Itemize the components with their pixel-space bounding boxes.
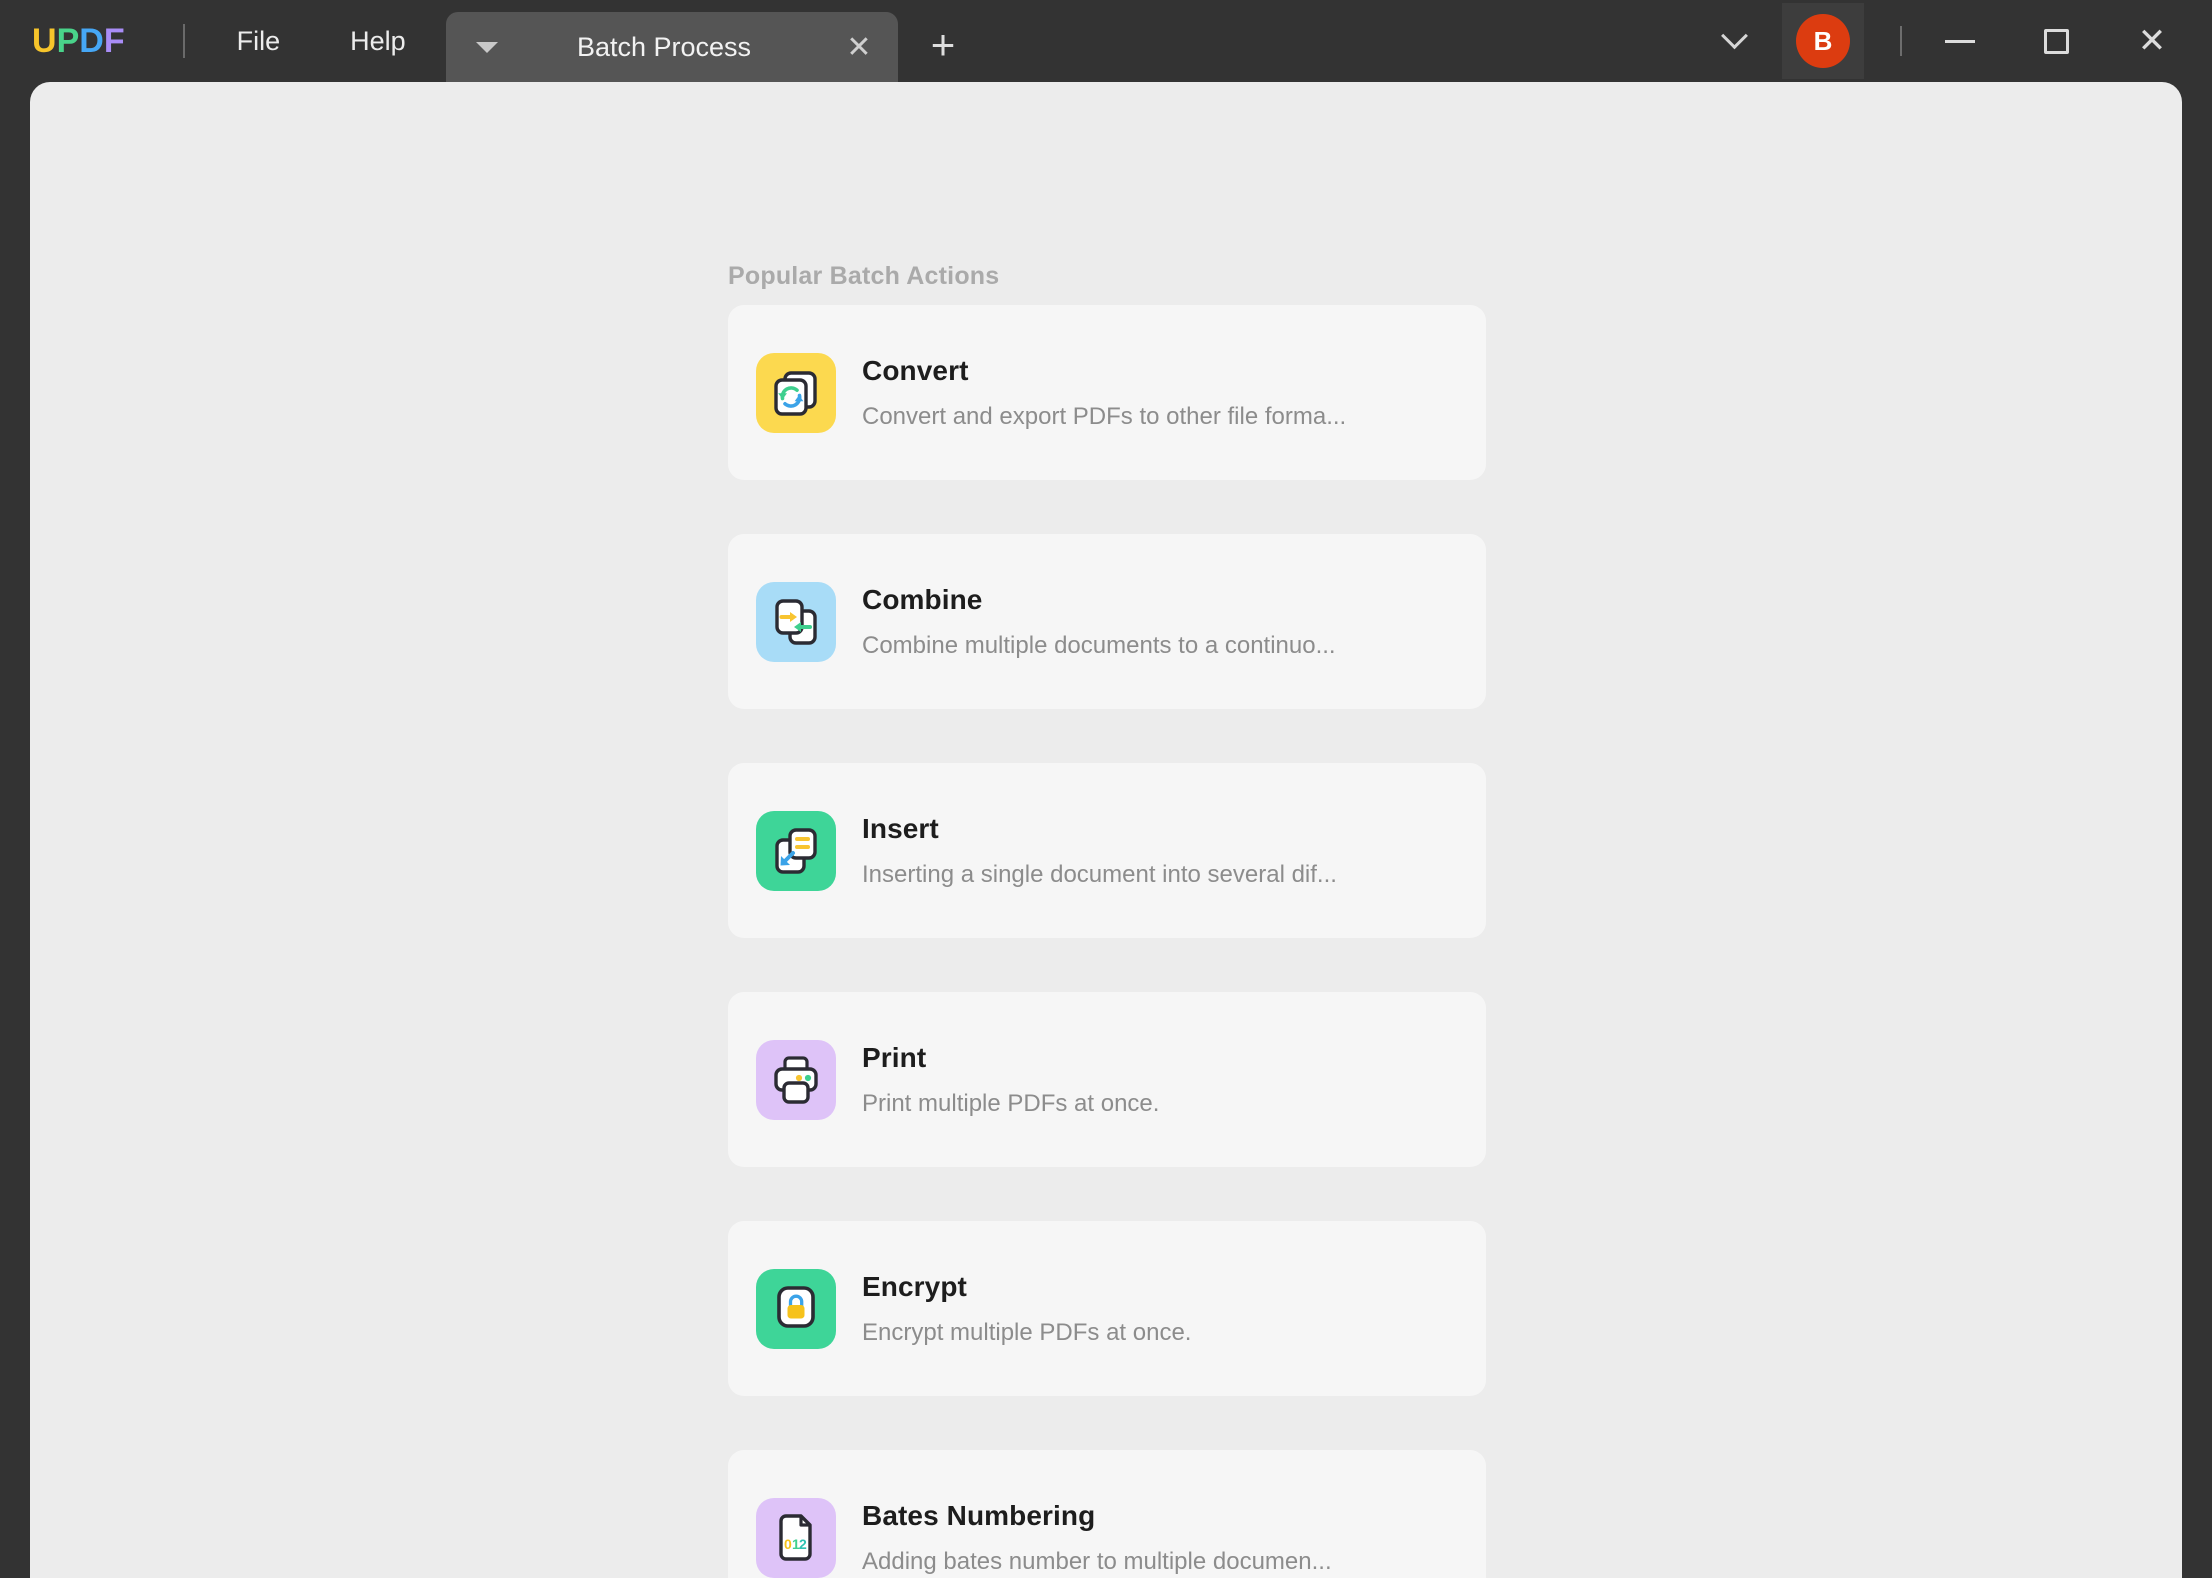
account-button[interactable]: B [1782,3,1864,79]
batch-action-card-encrypt[interactable]: Encrypt Encrypt multiple PDFs at once. [728,1221,1486,1396]
card-description: Convert and export PDFs to other file fo… [862,402,1347,430]
avatar: B [1796,14,1850,68]
card-title: Convert [862,354,969,386]
batch-action-card-insert[interactable]: Insert Inserting a single document into … [728,763,1486,938]
card-text-block: Insert Inserting a single document into … [862,813,1337,889]
updf-application-window: U P D F File Help Batch Process ✕ + B ✕ … [0,0,2212,1578]
maximize-icon [2043,28,2069,54]
menu-help[interactable]: Help [332,16,424,67]
batch-action-card-convert[interactable]: Convert Convert and export PDFs to other… [728,305,1486,480]
batch-action-card-print[interactable]: Print Print multiple PDFs at once. [728,992,1486,1167]
card-description: Print multiple PDFs at once. [862,1089,1160,1117]
controls-divider [1900,26,1902,56]
more-options-button[interactable] [1702,10,1766,72]
chevron-down-icon [1720,21,1748,49]
card-text-block: Combine Combine multiple documents to a … [862,584,1336,660]
card-text-block: Encrypt Encrypt multiple PDFs at once. [862,1271,1191,1347]
updf-logo: U P D F [32,24,125,58]
titlebar-divider [182,24,185,58]
card-description: Encrypt multiple PDFs at once. [862,1318,1192,1346]
close-icon: ✕ [2137,22,2167,60]
card-text-block: Print Print multiple PDFs at once. [862,1042,1159,1118]
logo-letter-f: F [103,22,125,60]
logo-letter-u: U [32,22,57,60]
tab-title: Batch Process [576,31,752,62]
bates-numbering-icon: 0 1 2 [756,1497,836,1578]
close-window-button[interactable]: ✕ [2114,11,2190,71]
encrypt-icon [756,1268,836,1349]
card-title: Insert [862,812,939,844]
convert-icon [756,352,836,433]
tab-batch-process[interactable]: Batch Process ✕ [446,12,898,82]
section-title: Popular Batch Actions [728,262,1000,290]
batch-action-card-bates-numbering[interactable]: 0 1 2 Bates Numbering Adding bates numbe… [728,1450,1486,1578]
logo-letter-p: P [56,22,80,60]
new-tab-button[interactable]: + [912,16,974,74]
batch-process-content: Popular Batch Actions Convert Convert an… [30,82,2182,1578]
card-text-block: Bates Numbering Adding bates number to m… [862,1500,1332,1576]
card-title: Print [862,1041,927,1073]
minimize-button[interactable] [1922,11,1998,71]
card-description: Inserting a single document into several… [862,860,1337,888]
card-title: Encrypt [862,1270,967,1302]
maximize-button[interactable] [2018,11,2094,71]
card-description: Adding bates number to multiple documen.… [862,1547,1332,1575]
minimize-icon [1945,39,1975,43]
combine-icon [756,581,836,662]
card-title: Combine [862,583,983,615]
insert-icon [756,810,836,891]
print-icon [756,1039,836,1120]
logo-letter-d: D [79,22,104,60]
menu-file[interactable]: File [219,16,299,67]
svg-text:0: 0 [784,1536,792,1552]
card-title: Bates Numbering [862,1499,1096,1531]
card-description: Combine multiple documents to a continuo… [862,631,1336,659]
title-bar: U P D F File Help Batch Process ✕ + B ✕ [0,0,2212,82]
batch-actions-list: Convert Convert and export PDFs to other… [728,305,1486,1578]
batch-action-card-combine[interactable]: Combine Combine multiple documents to a … [728,534,1486,709]
card-text-block: Convert Convert and export PDFs to other… [862,355,1346,431]
svg-text:2: 2 [799,1536,807,1552]
close-icon[interactable]: ✕ [836,24,882,70]
window-controls-group: B ✕ [1702,0,2212,82]
